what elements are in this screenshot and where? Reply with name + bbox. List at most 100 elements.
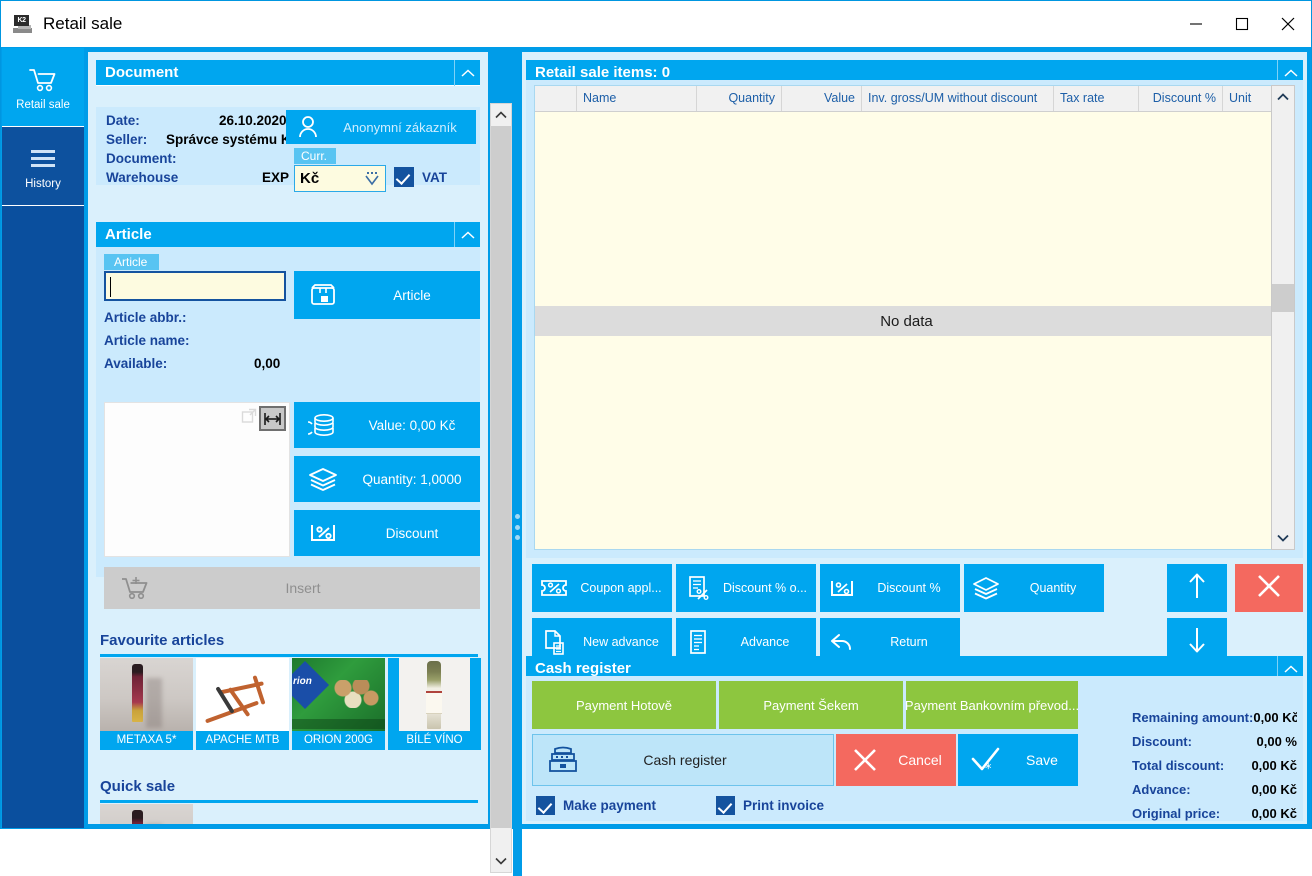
make-payment-checkbox[interactable] — [536, 796, 555, 815]
column-header-unit[interactable]: Unit — [1223, 86, 1278, 111]
value-button[interactable]: Value: 0,00 Kč — [294, 402, 480, 448]
print-invoice-checkbox[interactable] — [716, 796, 736, 815]
items-grid-body: No data — [535, 112, 1278, 549]
right-content-column: Retail sale items: 0 Name Quantity Value… — [522, 52, 1307, 824]
discount-percent-on-button[interactable]: Discount % o... — [676, 564, 816, 612]
sidebar-item-label: History — [25, 178, 61, 190]
delete-item-button[interactable] — [1235, 564, 1303, 612]
expand-arrow-icon[interactable] — [241, 408, 257, 429]
column-header-discount-pct[interactable]: Discount % — [1139, 86, 1223, 111]
column-header-quantity[interactable]: Quantity — [697, 86, 782, 111]
vat-checkbox-group[interactable]: VAT — [394, 167, 447, 187]
quantity-button[interactable]: Quantity: 1,0000 — [294, 456, 480, 502]
person-icon — [286, 115, 330, 139]
move-item-up-button[interactable] — [1167, 564, 1227, 612]
list-item[interactable]: APACHE MTB — [196, 658, 289, 750]
field-value: 26.10.2020 — [219, 113, 287, 128]
value-button-label: Value: 0,00 Kč — [368, 417, 456, 433]
product-photo — [196, 658, 289, 731]
scroll-down-icon[interactable] — [491, 850, 511, 872]
quantity-action-label: Quantity — [1029, 581, 1077, 595]
payment-cheque-button[interactable]: Payment Šekem — [719, 681, 903, 729]
scroll-up-icon[interactable] — [1272, 86, 1294, 108]
currency-value: Kč — [300, 170, 320, 187]
coupon-application-label: Coupon appl... — [580, 581, 662, 595]
insert-button[interactable]: Insert — [104, 567, 480, 609]
article-lookup-button[interactable]: Article — [294, 271, 480, 319]
layers-icon — [964, 576, 1008, 600]
discount-percent-button[interactable]: Discount % — [820, 564, 960, 612]
article-search-input[interactable] — [104, 271, 286, 301]
discount-button[interactable]: Discount — [294, 510, 480, 556]
splitter-grip — [515, 514, 520, 540]
discount-percent-label: Discount % — [877, 581, 941, 595]
chevron-down-icon[interactable] — [363, 170, 381, 195]
total-value: 0,00 Kč — [1251, 806, 1297, 821]
discount-tag-icon — [294, 521, 352, 545]
column-header-tax-rate[interactable]: Tax rate — [1054, 86, 1139, 111]
document-field-document: Document: — [106, 149, 306, 168]
scrollbar-thumb[interactable] — [491, 126, 511, 828]
total-label: Total discount: — [1132, 758, 1225, 773]
title-bar: K2 Retail sale — [1, 1, 1311, 47]
minimize-button[interactable] — [1173, 1, 1219, 47]
field-label: Document: — [106, 151, 177, 166]
items-grid-scrollbar[interactable] — [1271, 85, 1295, 550]
scroll-down-icon[interactable] — [1272, 527, 1294, 549]
return-label: Return — [890, 635, 928, 649]
article-lookup-label: Article — [393, 287, 431, 303]
maximize-button[interactable] — [1219, 1, 1265, 47]
list-item[interactable] — [100, 804, 193, 824]
total-label: Advance: — [1132, 782, 1191, 797]
customer-button-label: Anonymní zákazník — [343, 119, 457, 135]
chevron-up-icon[interactable] — [454, 60, 480, 86]
quick-sale-title: Quick sale — [100, 778, 176, 795]
list-item[interactable]: BÍLÉ VÍNO — [388, 658, 481, 750]
currency-tab-label: Curr. — [294, 148, 337, 164]
payment-cash-button[interactable]: Payment Hotově — [532, 681, 716, 729]
article-panel-header[interactable]: Article — [96, 222, 480, 248]
save-button[interactable]: * Save — [958, 734, 1078, 786]
left-panel-scrollbar[interactable] — [490, 103, 512, 873]
list-item[interactable]: rion ORION 200G — [292, 658, 385, 750]
column-header-value[interactable]: Value — [782, 86, 862, 111]
close-button[interactable] — [1265, 1, 1311, 47]
cancel-button-label: Cancel — [898, 752, 942, 768]
cash-register-panel-body: Payment Hotově Payment Šekem Payment Ban… — [526, 676, 1303, 821]
item-action-toolbar: Coupon appl... Discount % o... Discount … — [526, 560, 1303, 668]
box-icon — [294, 282, 352, 308]
quantity-action-button[interactable]: Quantity — [964, 564, 1104, 612]
panel-splitter[interactable] — [513, 94, 522, 876]
scroll-up-icon[interactable] — [491, 104, 511, 126]
sidebar-item-retail-sale[interactable]: Retail sale — [2, 48, 84, 126]
document-fields: Date: 26.10.2020 Seller: Správce systému… — [106, 111, 306, 187]
cancel-button[interactable]: Cancel — [836, 734, 956, 786]
column-header-name[interactable]: Name — [577, 86, 697, 111]
cash-register-icon — [533, 745, 593, 775]
chevron-up-icon[interactable] — [454, 222, 480, 248]
discount-button-label: Discount — [385, 525, 439, 541]
product-photo — [100, 658, 193, 731]
discount-tag-icon — [820, 577, 864, 599]
items-panel-title: Retail sale items: 0 — [535, 64, 671, 81]
cash-register-button[interactable]: Cash register — [532, 734, 834, 786]
customer-button[interactable]: Anonymní zákazník — [286, 110, 476, 144]
sidebar-item-history[interactable]: History — [2, 127, 84, 205]
new-advance-label: New advance — [583, 635, 659, 649]
document-panel-header[interactable]: Document — [96, 60, 480, 86]
document-panel-body: Date: 26.10.2020 Seller: Správce systému… — [96, 107, 480, 192]
total-remaining-amount: Remaining amount: 0,00 Kč — [1132, 706, 1297, 730]
currency-select[interactable]: Kč — [294, 165, 386, 192]
payment-bank-transfer-button[interactable]: Payment Bankovním převod... — [906, 681, 1078, 729]
column-header[interactable] — [535, 86, 577, 111]
list-item[interactable]: METAXA 5* — [100, 658, 193, 750]
fit-width-icon[interactable] — [259, 406, 286, 431]
scrollbar-thumb[interactable] — [1272, 284, 1294, 312]
vat-checkbox[interactable] — [394, 167, 414, 187]
retail-sale-window: K2 Retail sale Retail sale History Docum… — [0, 0, 1312, 876]
available-value: 0,00 — [254, 356, 281, 371]
insert-button-label: Insert — [285, 580, 321, 596]
document-field-warehouse: Warehouse EXP — [106, 168, 306, 187]
coupon-application-button[interactable]: Coupon appl... — [532, 564, 672, 612]
column-header-inv-gross[interactable]: Inv. gross/UM without discount — [862, 86, 1054, 111]
